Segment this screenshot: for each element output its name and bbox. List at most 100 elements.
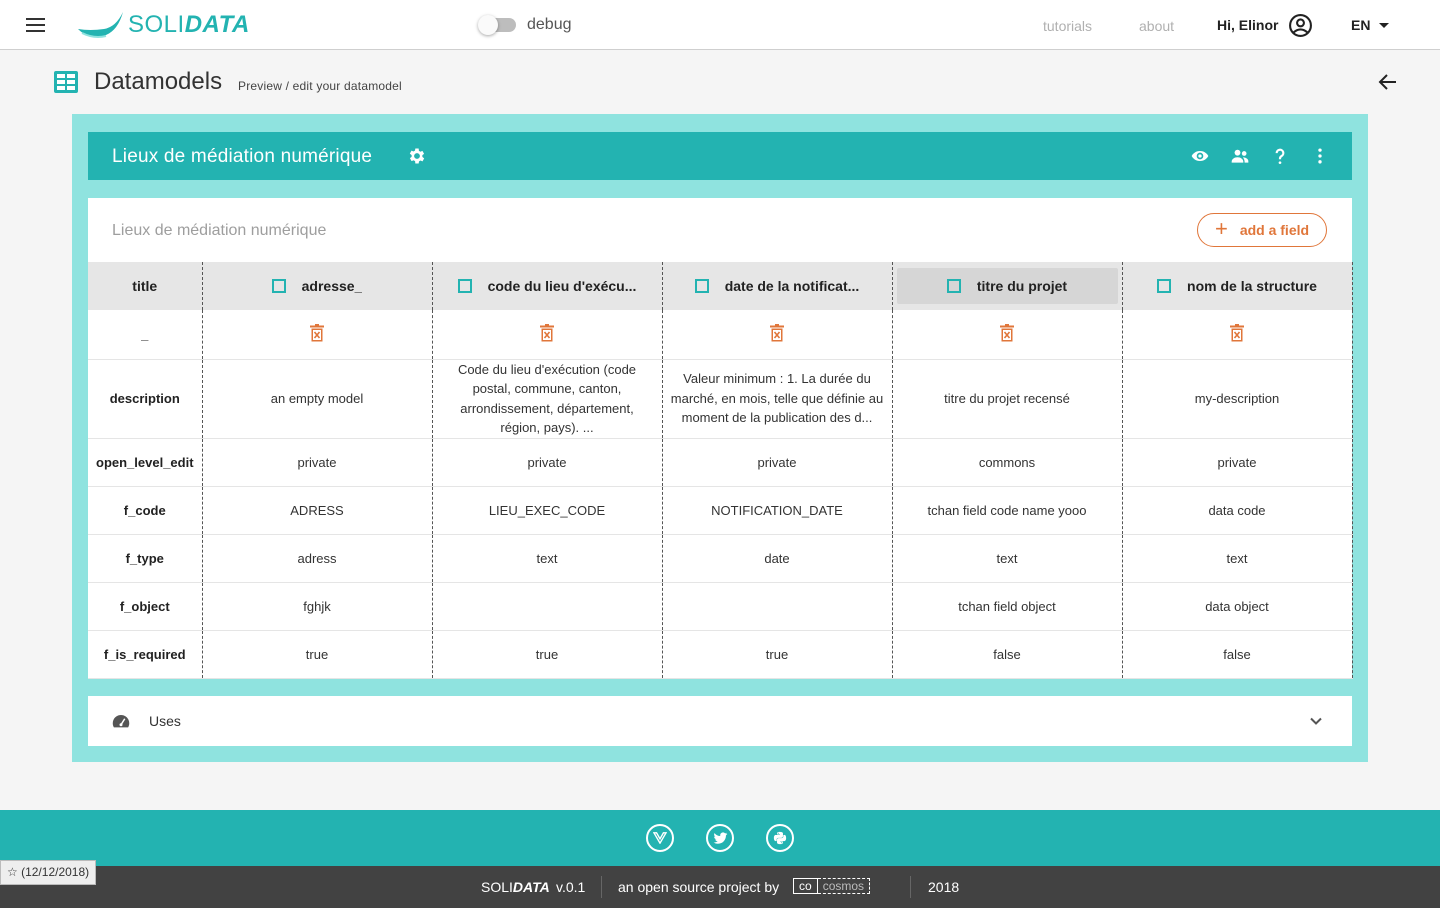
table-cell[interactable]: ADRESS	[201, 486, 432, 535]
help-icon[interactable]	[1270, 146, 1290, 166]
field-title[interactable]: code du lieu d'exécu...	[488, 278, 637, 294]
build-date-badge: ☆ (12/12/2018)	[0, 860, 97, 885]
table-cell	[201, 310, 432, 360]
speedometer-icon	[112, 715, 130, 728]
table-cell[interactable]: private	[1121, 438, 1353, 487]
table-row: open_level_edit private private private …	[88, 438, 1353, 487]
more-vert-icon[interactable]	[1310, 146, 1330, 166]
table-row: f_object fghjk tchan field object data o…	[88, 582, 1353, 631]
card-title: Lieux de médiation numérique	[112, 222, 327, 239]
footer-divider	[910, 876, 911, 898]
table-cell[interactable]: my-description	[1121, 359, 1353, 439]
field-select-checkbox[interactable]	[946, 279, 961, 293]
fields-table: title adresse_ code du lieu d'exécu... d…	[88, 262, 1353, 679]
menu-icon[interactable]	[26, 17, 46, 33]
field-select-checkbox[interactable]	[694, 279, 709, 293]
table-cell	[661, 310, 892, 360]
table-cell[interactable]: tchan field code name yooo	[891, 486, 1122, 535]
app-logo[interactable]: SOLIDATA	[76, 8, 250, 42]
table-cell[interactable]: private	[431, 438, 662, 487]
trash-icon[interactable]	[769, 323, 785, 342]
table-cell[interactable]: titre du projet recensé	[891, 359, 1122, 439]
table-cell[interactable]	[431, 582, 662, 631]
vue-icon[interactable]	[646, 824, 674, 852]
table-cell[interactable]: true	[661, 630, 892, 679]
datamodel-panel: Lieux de médiation numérique Lieux de mé…	[72, 114, 1368, 762]
nav-tutorials[interactable]: tutorials	[1043, 18, 1092, 34]
trash-icon[interactable]	[999, 323, 1015, 342]
python-icon[interactable]	[766, 824, 794, 852]
table-cell[interactable]: private	[201, 438, 432, 487]
footer-info: SOLIDATA v.0.1 an open source project by…	[0, 866, 1440, 908]
table-cell[interactable]: fghjk	[201, 582, 432, 631]
add-field-button[interactable]: + add a field	[1197, 213, 1327, 247]
table-cell[interactable]: data object	[1121, 582, 1353, 631]
gear-icon[interactable]	[407, 146, 427, 166]
row-header: description	[88, 359, 202, 439]
table-row: f_type adress text date text text	[88, 534, 1353, 583]
row-header-title: title	[88, 262, 202, 310]
table-cell	[1121, 310, 1353, 360]
account-circle-icon[interactable]	[1288, 13, 1313, 38]
table-cell[interactable]: true	[201, 630, 432, 679]
table-cell[interactable]: an empty model	[201, 359, 432, 439]
field-select-checkbox[interactable]	[457, 279, 472, 293]
table-row: f_code ADRESS LIEU_EXEC_CODE NOTIFICATIO…	[88, 486, 1353, 535]
nav-about[interactable]: about	[1139, 18, 1174, 34]
table-cell[interactable]: LIEU_EXEC_CODE	[431, 486, 662, 535]
footer-links	[0, 810, 1440, 866]
table-header-row: title adresse_ code du lieu d'exécu... d…	[88, 262, 1353, 310]
cosmos-logo[interactable]: co cosmos	[793, 878, 871, 894]
table-cell[interactable]: text	[1121, 534, 1353, 583]
table-cell[interactable]	[661, 582, 892, 631]
table-cell	[891, 310, 1122, 360]
footer-divider	[601, 876, 602, 898]
table-cell	[431, 310, 662, 360]
people-icon[interactable]	[1230, 146, 1250, 166]
page-title: Datamodels	[94, 68, 223, 95]
table-cell[interactable]: Code du lieu d'exécution (code postal, c…	[431, 359, 662, 439]
eye-icon[interactable]	[1190, 146, 1210, 166]
logo-text: SOLIDATA	[128, 11, 250, 38]
table-cell[interactable]: text	[891, 534, 1122, 583]
table-cell[interactable]: private	[661, 438, 892, 487]
table-cell[interactable]: NOTIFICATION_DATE	[661, 486, 892, 535]
table-cell[interactable]: date	[661, 534, 892, 583]
table-cell[interactable]: adress	[201, 534, 432, 583]
column-header: adresse_	[201, 262, 432, 310]
field-select-checkbox[interactable]	[1157, 279, 1172, 293]
chevron-down-icon[interactable]	[1308, 713, 1324, 729]
caret-down-icon	[1379, 22, 1390, 28]
table-row: description an empty model Code du lieu …	[88, 359, 1353, 439]
trash-icon[interactable]	[309, 323, 325, 342]
field-title[interactable]: titre du projet	[977, 278, 1067, 294]
row-header: open_level_edit	[88, 438, 202, 487]
table-row: _	[88, 310, 1353, 360]
table-cell[interactable]: Valeur minimum : 1. La durée du marché, …	[661, 359, 892, 439]
field-title[interactable]: adresse_	[302, 278, 363, 294]
back-arrow-icon[interactable]	[1378, 72, 1398, 92]
debug-toggle-group: debug	[478, 15, 572, 35]
table-cell[interactable]: tchan field object	[891, 582, 1122, 631]
language-select[interactable]: EN	[1351, 17, 1390, 33]
field-select-checkbox[interactable]	[271, 279, 286, 293]
table-cell[interactable]: false	[1121, 630, 1353, 679]
twitter-icon[interactable]	[706, 824, 734, 852]
uses-expansion-panel[interactable]: Uses	[88, 696, 1352, 746]
table-cell[interactable]: text	[431, 534, 662, 583]
datamodel-grid-icon	[54, 71, 78, 93]
field-title[interactable]: nom de la structure	[1187, 278, 1317, 294]
trash-icon[interactable]	[1229, 323, 1245, 342]
user-greeting: Hi, Elinor	[1217, 17, 1279, 33]
table-cell[interactable]: commons	[891, 438, 1122, 487]
field-title[interactable]: date de la notificat...	[725, 278, 860, 294]
top-app-bar: SOLIDATA debug tutorials about Hi, Elino…	[0, 0, 1440, 50]
debug-toggle[interactable]	[478, 15, 516, 35]
debug-label: debug	[527, 16, 572, 33]
datamodel-card: Lieux de médiation numérique + add a fiel…	[88, 198, 1353, 679]
logo-wave-icon	[78, 12, 123, 38]
table-cell[interactable]: false	[891, 630, 1122, 679]
trash-icon[interactable]	[539, 323, 555, 342]
table-cell[interactable]: data code	[1121, 486, 1353, 535]
table-cell[interactable]: true	[431, 630, 662, 679]
